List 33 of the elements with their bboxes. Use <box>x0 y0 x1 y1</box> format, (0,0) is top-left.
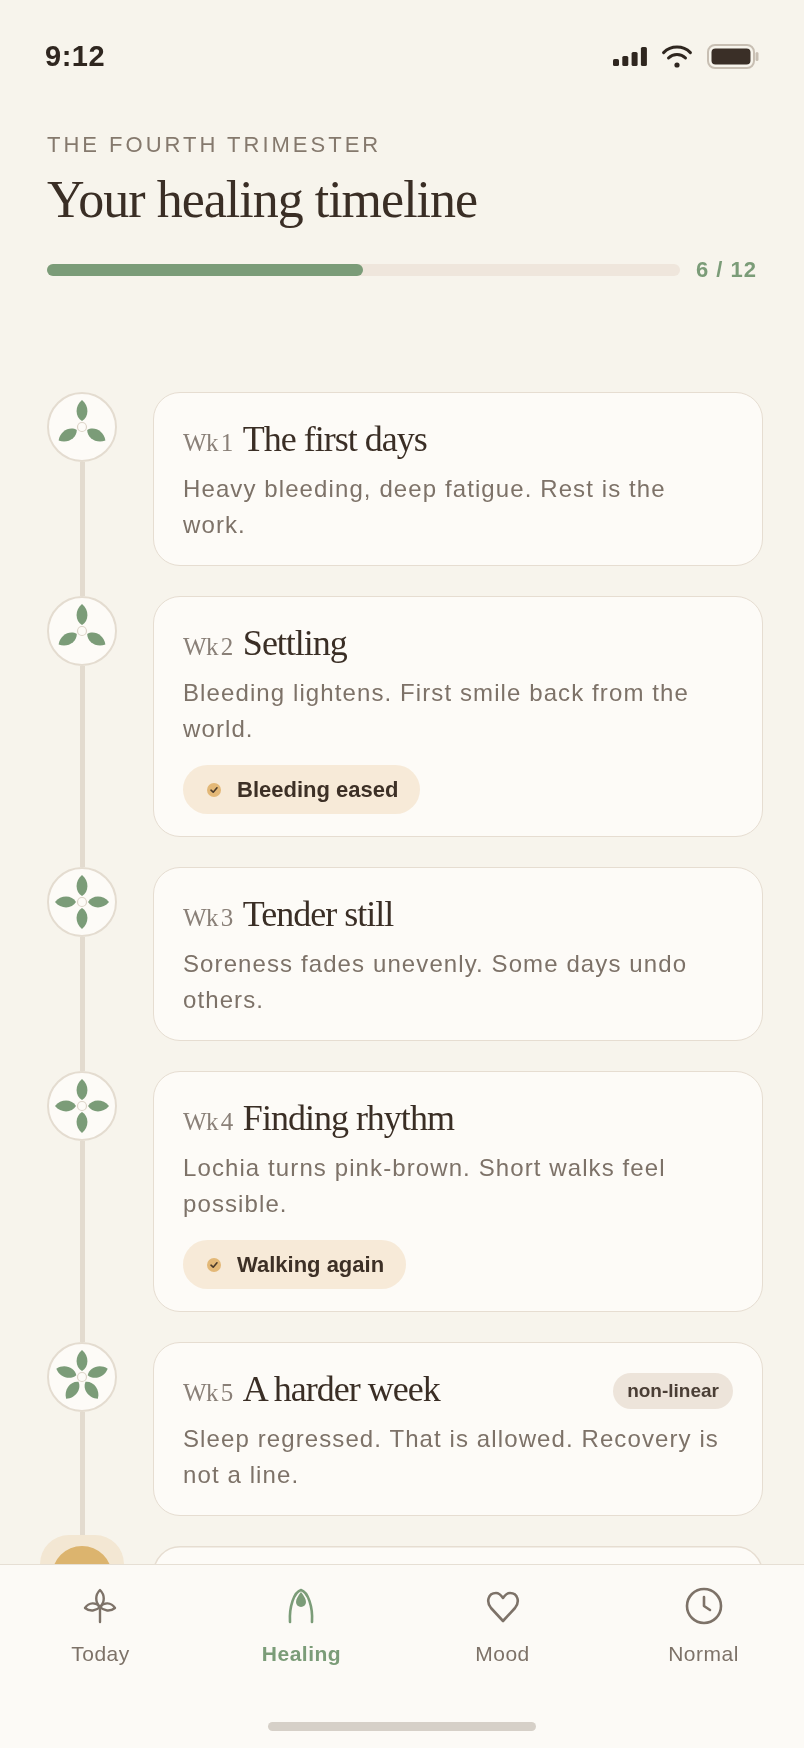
card-title: Finding rhythm <box>242 1098 454 1138</box>
wifi-icon <box>661 44 693 68</box>
battery-icon <box>707 43 759 69</box>
sprout-icon <box>82 1587 119 1625</box>
week-label: Wk 4 <box>183 1107 233 1137</box>
nav-tab[interactable]: Mood <box>471 1587 534 1667</box>
card-title: A harder week <box>242 1369 440 1409</box>
card-description: Heavy bleeding, deep fatigue. Rest is the work. <box>183 474 667 540</box>
nav-tab[interactable]: Normal <box>664 1587 743 1667</box>
week-label: Wk 2 <box>183 632 233 662</box>
nav-tab[interactable]: Healing <box>257 1587 346 1667</box>
status-time: 9:12 <box>45 39 106 74</box>
card-title: Settling <box>242 623 347 663</box>
card-title: Tender still <box>242 894 394 934</box>
page-title: Your healing timeline <box>47 171 479 229</box>
nav-tab[interactable]: Today <box>67 1587 134 1667</box>
clock-icon <box>684 1587 723 1625</box>
status-tag: non-linear <box>613 1373 733 1409</box>
section-eyebrow: THE FOURTH TRIMESTER <box>47 132 383 158</box>
week-label: Wk 3 <box>183 903 233 933</box>
card-title: The first days <box>242 419 427 459</box>
card-description: Sleep regressed. That is allowed. Recovery is not a line. <box>183 1424 720 1490</box>
card-description: Soreness fades unevenly. Some days undo others. <box>183 949 689 1015</box>
week-label: Wk 1 <box>183 428 233 458</box>
week-label: Wk 5 <box>183 1378 233 1408</box>
progress-label: 6 / 12 <box>695 257 757 283</box>
card-description: Bleeding lightens. First smile back from the world. <box>183 678 690 744</box>
milestone-text: Walking again <box>237 1251 385 1278</box>
check-icon <box>207 782 221 797</box>
milestone-text: Bleeding eased <box>237 776 399 803</box>
signal-icon <box>613 46 647 66</box>
check-icon <box>207 1257 221 1272</box>
card-description: Lochia turns pink-brown. Short walks feel possible. <box>183 1153 667 1219</box>
